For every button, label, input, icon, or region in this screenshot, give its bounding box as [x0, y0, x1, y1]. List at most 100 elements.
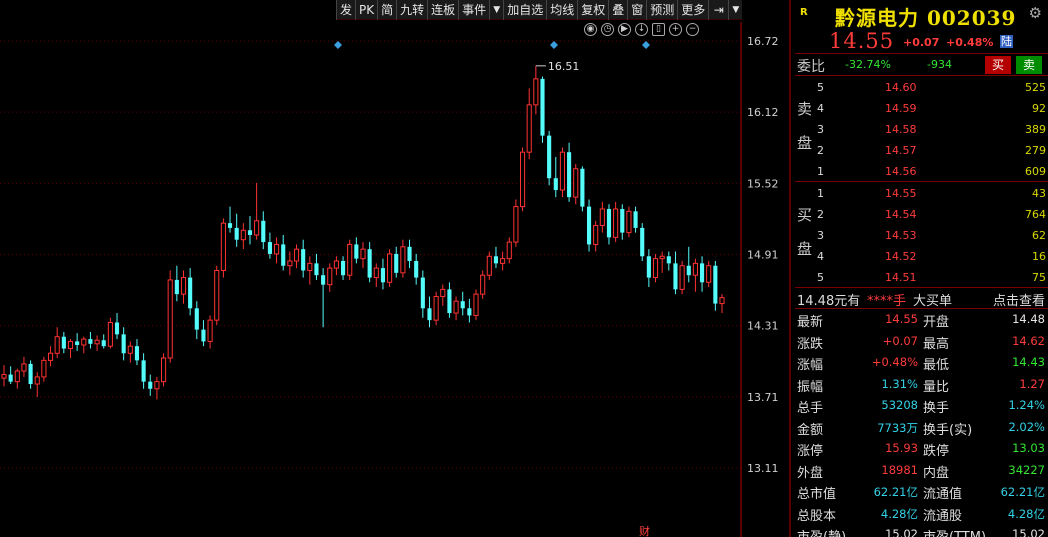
bid-volume: 75 [1032, 271, 1046, 284]
bid-level-row[interactable]: 1 14.55 43 [795, 183, 1048, 204]
play-icon[interactable]: ▶ [618, 23, 631, 36]
candle-body [626, 210, 632, 234]
candle-body [380, 268, 386, 283]
bid-level: 2 [817, 208, 824, 221]
stat-value: +0.07 [882, 333, 918, 348]
candle-body [513, 206, 519, 243]
candle-body [640, 227, 645, 257]
ask-price: 14.59 [885, 102, 917, 115]
bid-level-row[interactable]: 5 14.51 75 [795, 267, 1048, 288]
candle-body [207, 319, 213, 342]
y-tick-label: 13.71 [747, 391, 779, 404]
candle-body [719, 297, 725, 305]
toolbar-forecast-button[interactable]: 预测 [646, 0, 677, 20]
ask-level-row[interactable]: 4 14.59 92 [795, 98, 1048, 119]
bid-book: 买 盘 1 14.55 43 2 14.54 764 3 14.53 62 4 14.52 16 5 14… [795, 182, 1048, 288]
candle-body [1, 374, 7, 379]
toolbar-event-button[interactable]: 事件 [458, 0, 489, 20]
toolbar-jiuzhuan-button[interactable]: 九转 [396, 0, 427, 20]
kline-chart[interactable]: 16.72 16.12 15.52 14.91 14.31 13.71 13.11 16.51… [0, 0, 795, 537]
candle-body [533, 78, 539, 106]
history-icon[interactable]: ◷ [601, 23, 614, 36]
stat-row: 外盘 18981 内盘 34227 [795, 460, 1048, 482]
candle-body [526, 104, 532, 153]
buy-button[interactable]: 买 [985, 56, 1011, 74]
candle-body [21, 363, 27, 372]
ask-level-row[interactable]: 3 14.58 389 [795, 119, 1048, 140]
stat-value: 13.03 [1012, 441, 1045, 455]
gear-icon[interactable]: ⚙ [1029, 4, 1042, 22]
toolbar-event-dropdown-icon[interactable]: ▼ [489, 0, 503, 20]
ask-price: 14.60 [885, 81, 917, 94]
bid-price: 14.54 [885, 208, 917, 221]
ask-price: 14.58 [885, 123, 917, 136]
toolbar-more-button[interactable]: 更多 [677, 0, 708, 20]
candle-body [666, 256, 671, 264]
toolbar-jian-button[interactable]: 简 [377, 0, 396, 20]
toolbar-adjust-button[interactable]: 复权 [577, 0, 608, 20]
stat-label: 涨停 [797, 444, 824, 459]
kline-chart-area[interactable]: 16.72 16.12 15.52 14.91 14.31 13.71 13.11 16.51… [0, 0, 795, 537]
price-change: +0.07 [903, 36, 940, 49]
candle-body [174, 279, 179, 295]
candle-body [47, 352, 54, 361]
ask-level-row[interactable]: 1 14.56 609 [795, 161, 1048, 182]
candle-body [307, 262, 313, 271]
big-order-row[interactable]: 14.48元有 ****手 大买单 点击查看 [795, 288, 1048, 309]
candle-body [367, 249, 372, 278]
candle-body [75, 341, 80, 345]
stat-label: 开盘 [923, 315, 950, 330]
stock-title[interactable]: 黔源电力 002039 [835, 2, 1016, 31]
stat-value: 14.48 [1012, 312, 1045, 326]
candle-body [121, 334, 126, 354]
candle-body [580, 168, 585, 207]
candle-body [201, 329, 206, 342]
stat-value: 15.02 [1012, 527, 1045, 537]
zoom-out-icon[interactable]: − [686, 23, 699, 36]
zoom-in-icon[interactable]: + [669, 23, 682, 36]
bid-level-row[interactable]: 2 14.54 764 [795, 204, 1048, 225]
ask-level-row[interactable]: 5 14.60 525 [795, 77, 1048, 98]
y-tick-label: 16.12 [747, 106, 779, 119]
toolbar-overlay-button[interactable]: 叠 [608, 0, 627, 20]
pin-icon[interactable]: ↓ [635, 23, 648, 36]
candle-body [467, 308, 472, 316]
eye-icon[interactable]: ◉ [584, 23, 597, 36]
stat-label: 市盈(静) [797, 526, 846, 537]
toolbar-lianban-button[interactable]: 连板 [427, 0, 458, 20]
stock-code: 002039 [926, 6, 1017, 30]
candle-body [394, 253, 399, 273]
toolbar-ma-button[interactable]: 均线 [546, 0, 577, 20]
candle-body [573, 168, 579, 198]
price-change-pct: +0.48% [946, 36, 994, 49]
toolbar-fa-button[interactable]: 发 [336, 0, 355, 20]
candle-body [81, 338, 87, 346]
candle-body [553, 178, 558, 191]
ask-price: 14.57 [885, 144, 917, 157]
candle-body [154, 381, 160, 390]
candle-body [407, 246, 412, 262]
y-tick-label: 15.52 [747, 177, 779, 190]
stat-label: 外盘 [797, 465, 824, 481]
trash-icon[interactable]: ▯ [652, 23, 665, 36]
toolbar-add-watchlist-button[interactable]: 加自选 [503, 0, 546, 20]
big-order-view-link[interactable]: 点击查看 [993, 290, 1045, 309]
stat-label: 量比 [923, 379, 950, 395]
candle-body [586, 206, 592, 245]
stat-value: 15.02 [885, 527, 918, 537]
sell-button[interactable]: 卖 [1016, 56, 1042, 74]
stat-value: 15.93 [885, 441, 918, 455]
candle-body [699, 263, 705, 283]
toolbar-more-dropdown-icon[interactable]: ▼ [728, 0, 742, 20]
bid-level-row[interactable]: 3 14.53 62 [795, 225, 1048, 246]
bid-level-row[interactable]: 4 14.52 16 [795, 246, 1048, 267]
stat-value: 14.43 [1012, 355, 1045, 369]
candle-body [427, 308, 432, 321]
toolbar-dock-icon[interactable]: ⇥ [708, 0, 728, 20]
candle-body [559, 151, 566, 191]
candle-body [692, 262, 698, 276]
candle-body [188, 277, 193, 309]
ask-level-row[interactable]: 2 14.57 279 [795, 140, 1048, 161]
toolbar-window-button[interactable]: 窗 [627, 0, 646, 20]
toolbar-pk-button[interactable]: PK [355, 0, 377, 20]
